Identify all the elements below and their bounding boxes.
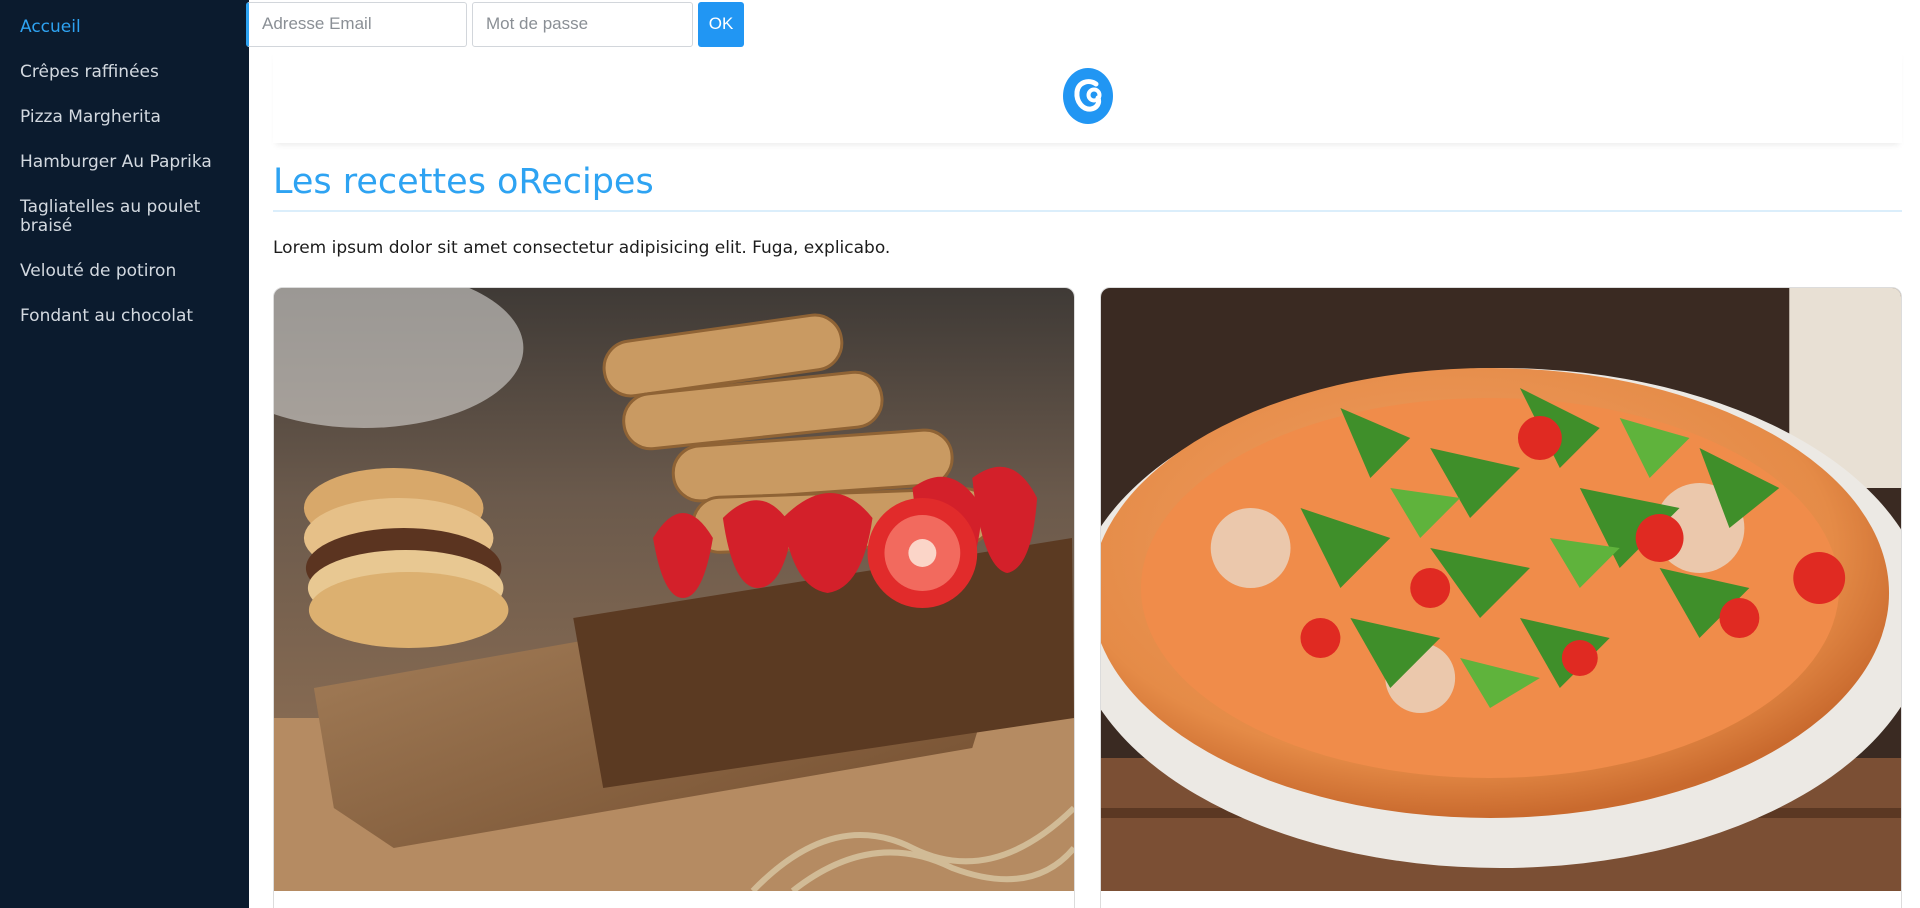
recipe-cards (273, 287, 1902, 908)
orecipes-logo-icon[interactable] (1062, 67, 1114, 125)
sidebar-item-hamburger[interactable]: Hamburger Au Paprika (0, 153, 249, 172)
main-content: Les recettes oRecipes Lorem ipsum dolor … (273, 160, 1902, 908)
crepes-photo-icon (274, 288, 1074, 891)
pizza-photo-icon (1101, 288, 1901, 891)
page-title: Les recettes oRecipes (273, 160, 1902, 212)
recipe-card-pizza[interactable] (1100, 287, 1902, 908)
password-input[interactable] (472, 1, 693, 47)
intro-text: Lorem ipsum dolor sit amet consectetur a… (273, 238, 891, 258)
sidebar-item-fondant[interactable]: Fondant au chocolat (0, 307, 249, 326)
header (273, 48, 1902, 143)
sidebar: Accueil Crêpes raffinées Pizza Margherit… (0, 0, 249, 908)
ok-button[interactable]: OK (698, 1, 744, 47)
sidebar-item-accueil[interactable]: Accueil (0, 18, 249, 37)
email-input[interactable] (246, 1, 467, 47)
login-form: OK (246, 0, 744, 48)
sidebar-item-tagliatelles[interactable]: Tagliatelles au poulet braisé (0, 198, 249, 236)
sidebar-item-pizza[interactable]: Pizza Margherita (0, 108, 249, 127)
sidebar-item-veloute[interactable]: Velouté de potiron (0, 262, 249, 281)
recipe-card-crepes[interactable] (273, 287, 1075, 908)
sidebar-item-crepes[interactable]: Crêpes raffinées (0, 63, 249, 82)
